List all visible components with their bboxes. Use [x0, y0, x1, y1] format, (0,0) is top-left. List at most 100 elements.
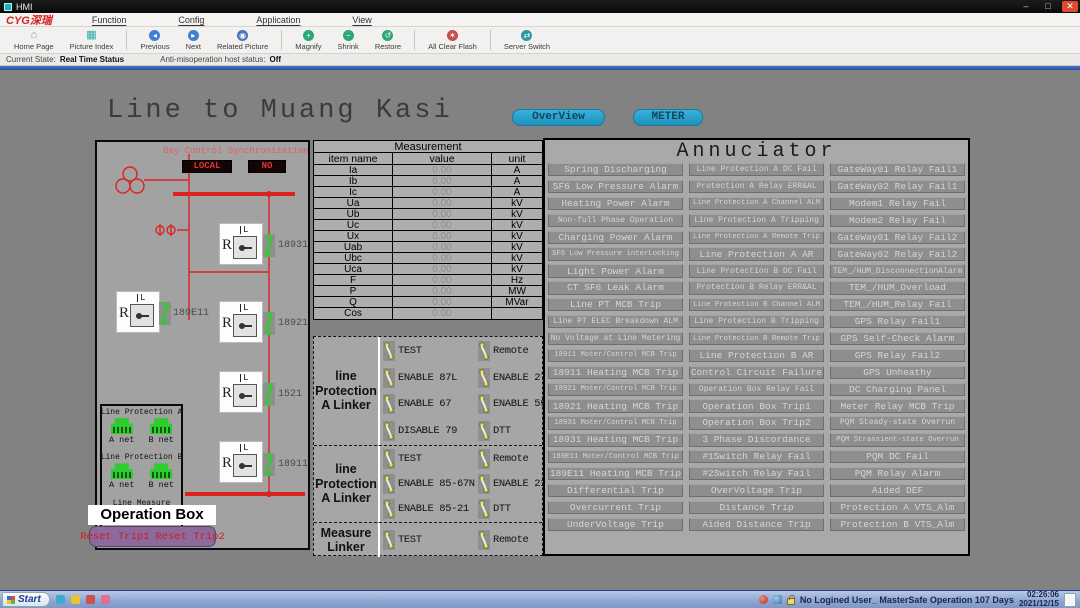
- annunciator-tile[interactable]: Operation Box Trip2: [689, 416, 824, 429]
- annunciator-tile[interactable]: SF6 Low Pressure interLocking: [548, 247, 683, 260]
- annunciator-tile[interactable]: CT SF6 Leak Alarm: [548, 281, 683, 294]
- annunciator-tile[interactable]: 3 Phase Discordance: [689, 433, 824, 446]
- quick-launch-icon-1[interactable]: [56, 595, 65, 604]
- annunciator-tile[interactable]: Protection B VTS_Alm: [830, 518, 965, 531]
- annunciator-tile[interactable]: 189E11 Moter/Control MCB Trip: [548, 450, 683, 463]
- annunciator-tile[interactable]: Line Protection B Channel ALM: [689, 298, 824, 311]
- annunciator-tile[interactable]: Differential Trip: [548, 484, 683, 497]
- linker-switch-icon[interactable]: [383, 474, 395, 494]
- linker-switch-icon[interactable]: [383, 341, 395, 361]
- annunciator-tile[interactable]: PQM Steady-state Overrun: [830, 416, 965, 429]
- reset-trip-button[interactable]: Reset Trip2: [156, 531, 225, 543]
- annunciator-tile[interactable]: DC Charging Panel: [830, 383, 965, 396]
- linker-switch-icon[interactable]: [383, 421, 395, 441]
- linker-switch-icon[interactable]: [478, 530, 490, 550]
- linker-switch-icon[interactable]: [478, 499, 490, 519]
- annunciator-tile[interactable]: Modem2 Relay Fail: [830, 214, 965, 227]
- annunciator-tile[interactable]: Aided Distance Trip: [689, 518, 824, 531]
- linker-switch-icon[interactable]: [478, 368, 490, 388]
- linker-switch-icon[interactable]: [383, 530, 395, 550]
- annunciator-tile[interactable]: GPS Unheathy: [830, 366, 965, 379]
- annunciator-tile[interactable]: Meter Relay MCB Trip: [830, 399, 965, 412]
- toolbar-button-restore[interactable]: ↺Restore: [367, 28, 409, 53]
- breaker-unit-189E11[interactable]: LR: [117, 292, 159, 332]
- overview-button[interactable]: OverView: [512, 109, 605, 126]
- toolbar-button-related-picture[interactable]: ◉Related Picture: [209, 28, 276, 53]
- annunciator-tile[interactable]: Line Protection A Remote Trip: [689, 231, 824, 244]
- toolbar-button-server-switch[interactable]: ⇄Server Switch: [496, 28, 558, 53]
- annunciator-tile[interactable]: GPS Relay Fail2: [830, 349, 965, 362]
- annunciator-tile[interactable]: 18911 Moter/Control MCB Trip: [548, 349, 683, 362]
- linker-switch-icon[interactable]: [383, 499, 395, 519]
- show-desktop-button[interactable]: [1064, 593, 1076, 607]
- reset-trip-button[interactable]: Reset Trip1: [80, 531, 149, 543]
- annunciator-tile[interactable]: PQM Relay Alarm: [830, 467, 965, 480]
- annunciator-tile[interactable]: Line Protection B Remote Trip: [689, 332, 824, 345]
- annunciator-tile[interactable]: Modem1 Relay Fail: [830, 197, 965, 210]
- annunciator-tile[interactable]: Protection B Relay ERR&AL: [689, 281, 824, 294]
- annunciator-tile[interactable]: No Voltage at Line Metering: [548, 332, 683, 345]
- menu-view[interactable]: View: [352, 15, 371, 25]
- disconnector-switch-icon[interactable]: [263, 234, 275, 257]
- quick-launch-icon-4[interactable]: [101, 595, 110, 604]
- annunciator-tile[interactable]: #2Switch Relay Fail: [689, 467, 824, 480]
- disconnector-switch-icon[interactable]: [159, 302, 171, 325]
- toolbar-button-picture-index[interactable]: ▦Picture Index: [62, 28, 122, 53]
- annunciator-tile[interactable]: GateWay01 Relay Fail1: [830, 163, 965, 176]
- linker-switch-icon[interactable]: [478, 474, 490, 494]
- annunciator-tile[interactable]: Heating Power Alarm: [548, 197, 683, 210]
- annunciator-tile[interactable]: TEM_/HUM_DisconnectionAlarm: [830, 264, 965, 277]
- start-button[interactable]: Start: [2, 592, 50, 607]
- meter-button[interactable]: METER: [633, 109, 703, 126]
- breaker-unit-1521[interactable]: LR: [220, 372, 262, 412]
- annunciator-tile[interactable]: Line PT ELEC Breakdown ALM: [548, 315, 683, 328]
- annunciator-tile[interactable]: Line Protection A Tripping: [689, 214, 824, 227]
- annunciator-tile[interactable]: Line Protection B AR: [689, 349, 824, 362]
- disconnector-switch-icon[interactable]: [263, 383, 275, 406]
- annunciator-tile[interactable]: Line Protection A DC Fail: [689, 163, 824, 176]
- annunciator-tile[interactable]: Spring Discharging: [548, 163, 683, 176]
- disconnector-switch-icon[interactable]: [263, 312, 275, 335]
- linker-switch-icon[interactable]: [383, 394, 395, 414]
- annunciator-tile[interactable]: Protection A Relay ERR&AL: [689, 180, 824, 193]
- toolbar-button-previous[interactable]: ◂Previous: [132, 28, 177, 53]
- annunciator-tile[interactable]: PQM DC Fail: [830, 450, 965, 463]
- annunciator-tile[interactable]: Non-full Phase Operation: [548, 214, 683, 227]
- annunciator-tile[interactable]: #1Switch Relay Fail: [689, 450, 824, 463]
- close-button[interactable]: ✕: [1062, 1, 1078, 12]
- linker-switch-icon[interactable]: [478, 394, 490, 414]
- annunciator-tile[interactable]: 18931 Moter/Control MCB Trip: [548, 416, 683, 429]
- annunciator-tile[interactable]: Light Power Alarm: [548, 264, 683, 277]
- annunciator-tile[interactable]: GateWay02 Relay Fail1: [830, 180, 965, 193]
- quick-launch-icon-2[interactable]: [71, 595, 80, 604]
- annunciator-tile[interactable]: GPS Relay Fail1: [830, 315, 965, 328]
- annunciator-tile[interactable]: Line Protection A Channel ALM: [689, 197, 824, 210]
- annunciator-tile[interactable]: Protection A VTS_Alm: [830, 501, 965, 514]
- annunciator-tile[interactable]: Operation Box Trip1: [689, 399, 824, 412]
- menu-function[interactable]: Function: [92, 15, 127, 25]
- linker-switch-icon[interactable]: [383, 449, 395, 469]
- tray-display-icon[interactable]: [773, 595, 782, 604]
- annunciator-tile[interactable]: TEM_/HUM_Overload: [830, 281, 965, 294]
- toolbar-button-magnify[interactable]: +Magnify: [287, 28, 329, 53]
- annunciator-tile[interactable]: TEM_/HUM_Relay Fail: [830, 298, 965, 311]
- annunciator-tile[interactable]: 18931 Heating MCB Trip: [548, 433, 683, 446]
- breaker-unit-18921[interactable]: LR: [220, 302, 262, 342]
- annunciator-tile[interactable]: Distance Trip: [689, 501, 824, 514]
- annunciator-tile[interactable]: Aided DEF: [830, 484, 965, 497]
- breaker-unit-18911[interactable]: LR: [220, 442, 262, 482]
- toolbar-button-next[interactable]: ▸Next: [178, 28, 209, 53]
- toolbar-button-shrink[interactable]: −Shrink: [330, 28, 367, 53]
- annunciator-tile[interactable]: 18921 Heating MCB Trip: [548, 399, 683, 412]
- linker-switch-icon[interactable]: [478, 421, 490, 441]
- annunciator-tile[interactable]: 189E11 Heating MCB Trip: [548, 467, 683, 480]
- annunciator-tile[interactable]: Line Protection A AR: [689, 247, 824, 260]
- annunciator-tile[interactable]: Line Protection B DC Fail: [689, 264, 824, 277]
- annunciator-tile[interactable]: Overcurrent Trip: [548, 501, 683, 514]
- annunciator-tile[interactable]: 18921 Moter/Control MCB Trip: [548, 383, 683, 396]
- linker-switch-icon[interactable]: [478, 449, 490, 469]
- annunciator-tile[interactable]: 18911 Heating MCB Trip: [548, 366, 683, 379]
- maximize-button[interactable]: □: [1040, 1, 1056, 12]
- linker-switch-icon[interactable]: [383, 368, 395, 388]
- annunciator-tile[interactable]: PQM Stransient-state Overrun: [830, 433, 965, 446]
